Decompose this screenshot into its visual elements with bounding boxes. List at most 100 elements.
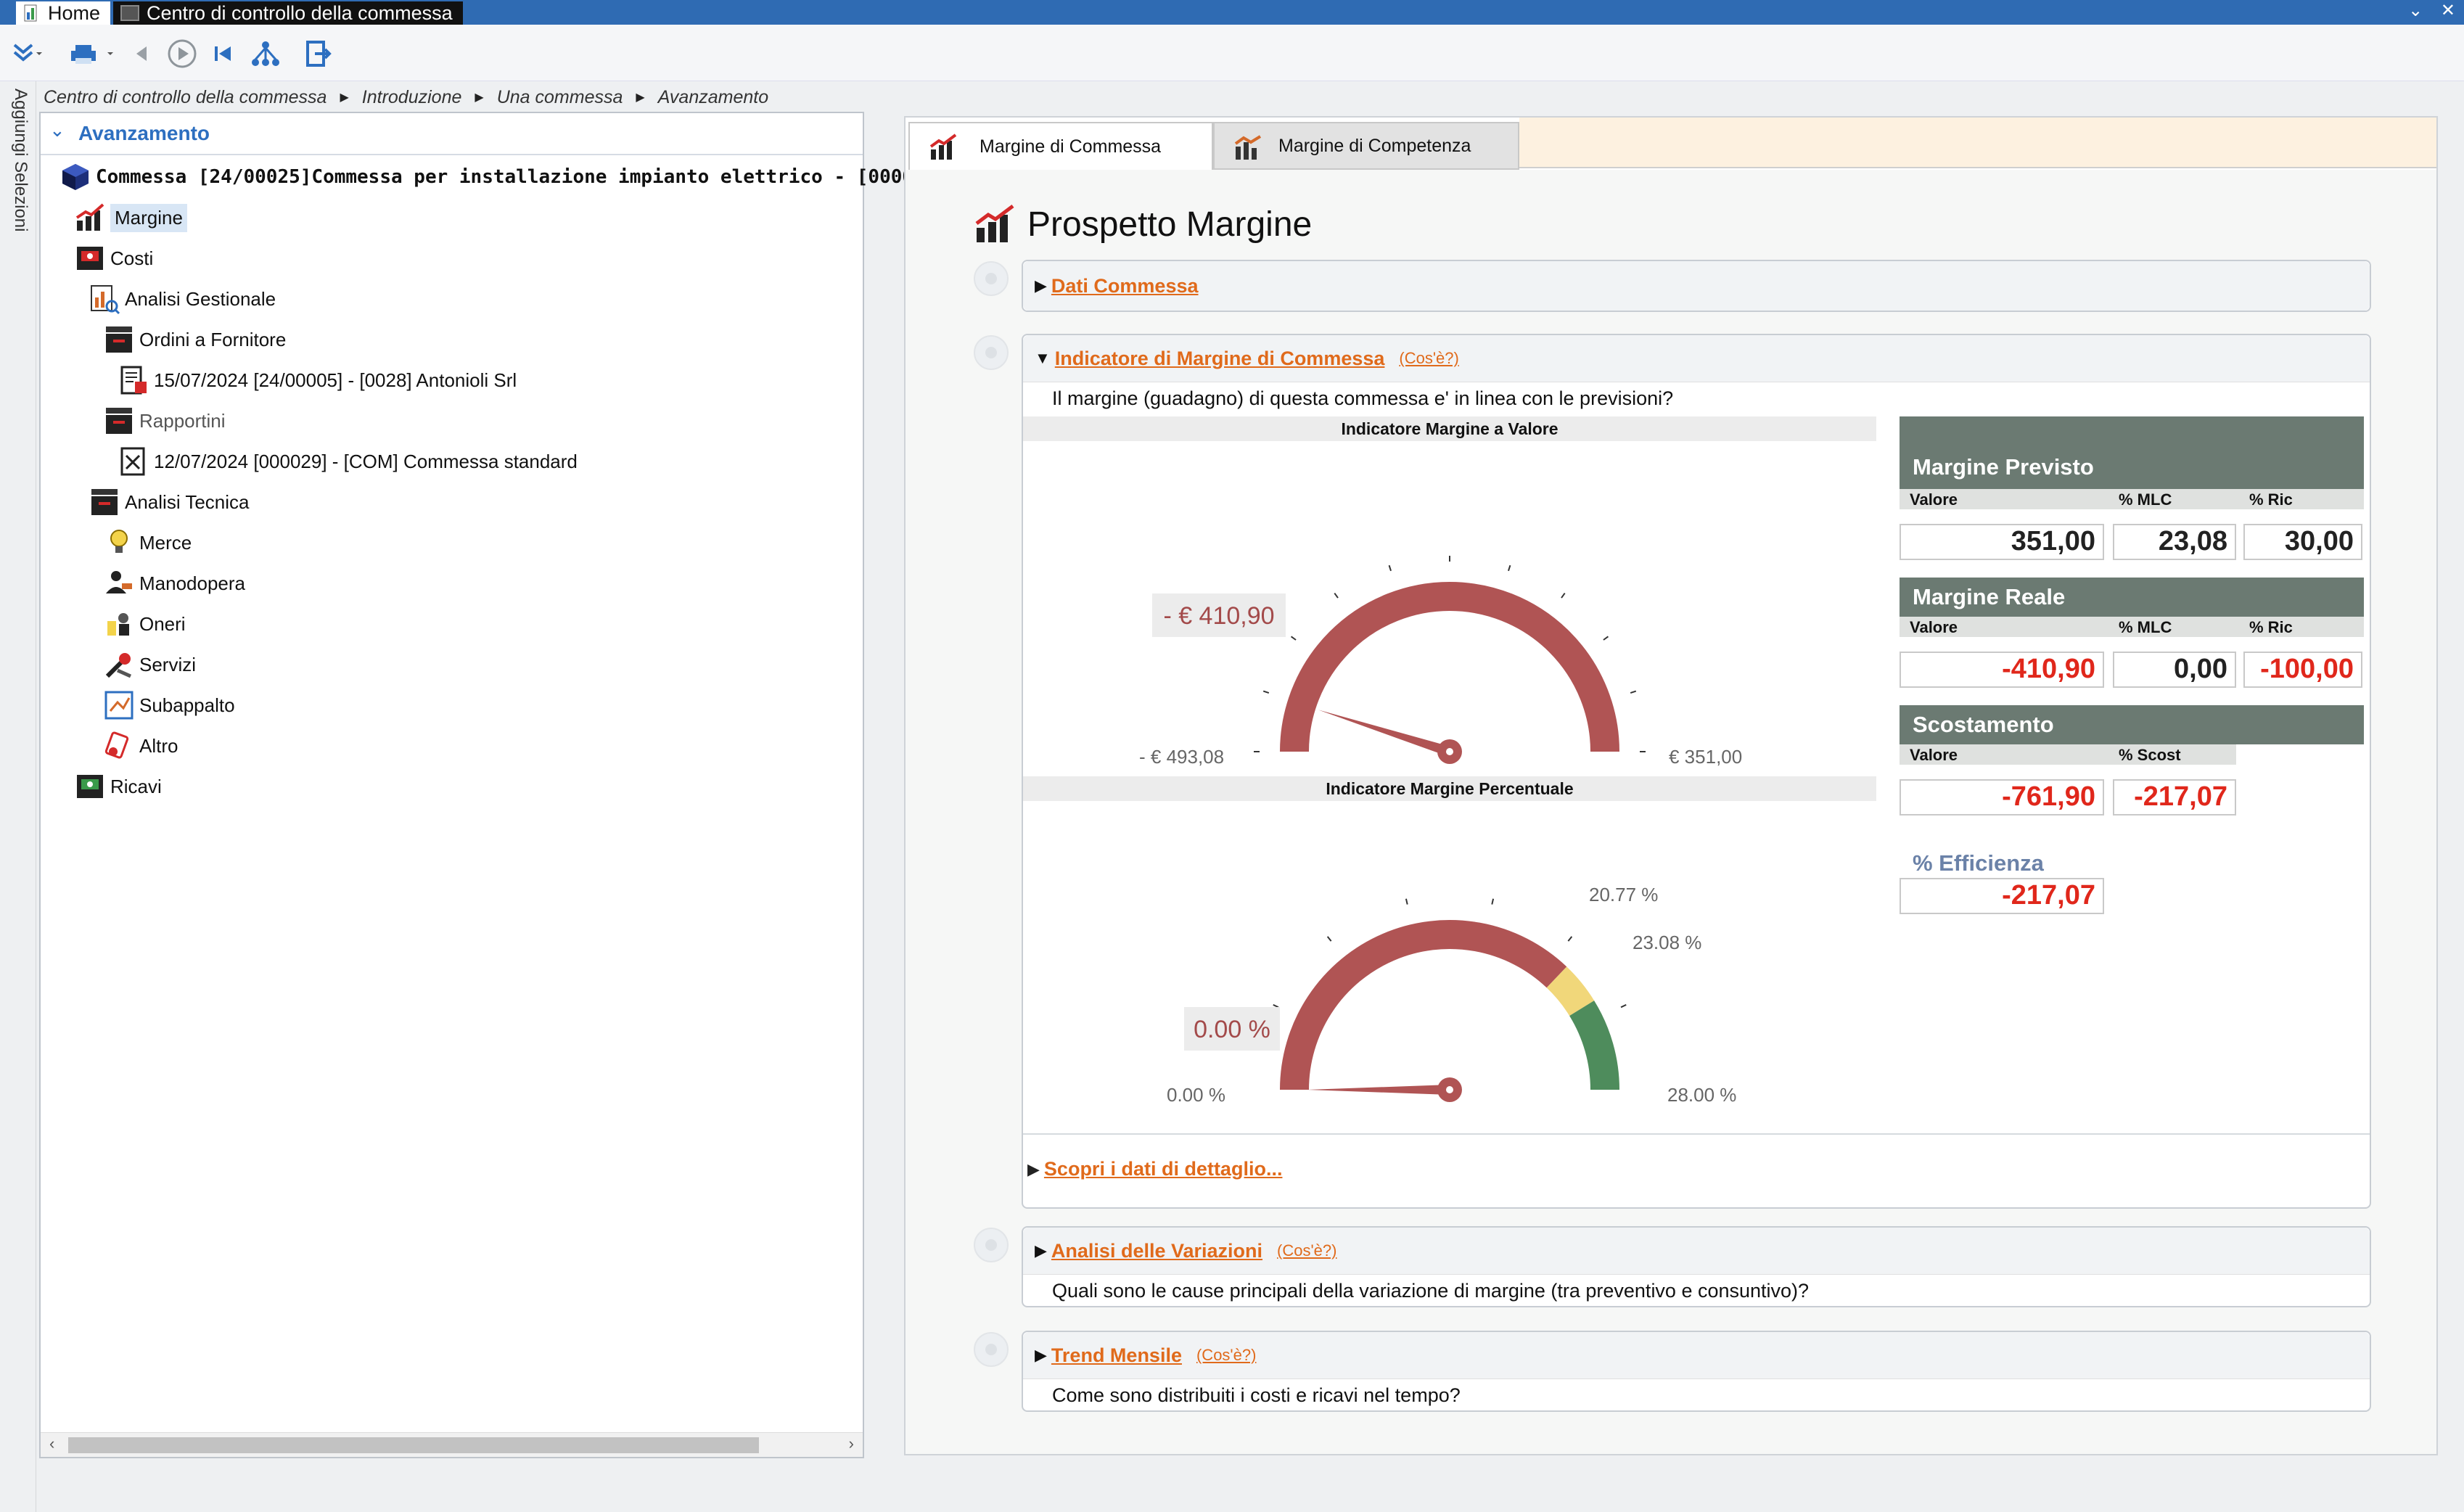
expand-arrow-icon[interactable]: ▶ (1035, 1346, 1047, 1365)
section-bullet-icon (974, 1228, 1009, 1262)
section-link[interactable]: Analisi delle Variazioni (1051, 1240, 1262, 1262)
tree-node-commessa[interactable]: Commessa [24/00025]Commessa per installa… (59, 158, 913, 196)
detail-toggle[interactable]: ▶ Scopri i dati di dettaglio... (1027, 1158, 1282, 1180)
breadcrumb-item[interactable]: Una commessa (497, 87, 623, 108)
section-question: Come sono distribuiti i costi e ricavi n… (1023, 1379, 2370, 1412)
expand-arrow-icon[interactable]: ▶ (1035, 1241, 1047, 1260)
window-controls: ⌄ ✕ (2408, 0, 2455, 22)
tools-icon (105, 653, 132, 678)
tree-node-costi[interactable]: Costi (74, 239, 153, 277)
gauge-value: - € 410,90 - € 493,08 € 351,00 (1139, 556, 1742, 768)
column-label: % MLC (2119, 490, 2172, 509)
tags-icon (104, 731, 129, 759)
cose-link[interactable]: (Cos'è?) (1196, 1346, 1256, 1365)
section-bullet-icon (974, 335, 1009, 370)
gauge-min-label: - € 493,08 (1139, 746, 1224, 768)
hierarchy-button[interactable] (250, 38, 282, 70)
tree-node-ordini-fornitore[interactable]: Ordini a Fornitore (103, 321, 286, 358)
tree-node-rapportino-item[interactable]: 12/07/2024 [000029] - [COM] Commessa sta… (118, 443, 578, 480)
breadcrumb-item[interactable]: Avanzamento (658, 87, 768, 108)
gauge-tick (1334, 592, 1339, 599)
margine-reale-columns: Valore % MLC % Ric (1900, 617, 2364, 637)
tree-node-label: Analisi Tecnica (125, 490, 250, 513)
skip-to-start-icon (215, 46, 231, 61)
panel-header[interactable]: ⌄ Avanzamento (41, 113, 863, 155)
tree-node-label: 12/07/2024 [000029] - [COM] Commessa sta… (154, 450, 578, 472)
section-header[interactable]: ▶ Trend Mensile (Cos'è?) (1023, 1332, 2370, 1379)
tree-node-manodopera[interactable]: Manodopera (103, 564, 245, 602)
tree-node-ricavi[interactable]: Ricavi (74, 768, 162, 805)
gauge-percent: 0.00 % 0.00 % 20.77 % 23.08 % 28.00 % (1167, 884, 1736, 1106)
cose-link[interactable]: (Cos'è?) (1399, 349, 1458, 368)
collapse-arrow-icon[interactable]: ▼ (1035, 349, 1051, 368)
section-link[interactable]: Trend Mensile (1051, 1344, 1182, 1367)
tree-node-label: Altro (139, 734, 178, 757)
chevron-down-icon[interactable]: ⌄ (2408, 1, 2423, 20)
aggiungi-selezioni-strip[interactable]: Aggiungi Selezioni (0, 81, 36, 1512)
section-indicatore-margine: ▼ Indicatore di Margine di Commessa (Cos… (1022, 334, 2371, 1209)
tree-node-merce[interactable]: Merce (103, 524, 192, 562)
hierarchy-icon (252, 41, 279, 66)
print-button[interactable] (70, 38, 120, 70)
collapse-menu-button[interactable] (10, 38, 44, 70)
section-question: Quali sono le cause principali della var… (1023, 1274, 2370, 1307)
play-button[interactable] (165, 38, 199, 70)
tree-node-margine[interactable]: Margine (74, 199, 187, 237)
tab-margine-competenza[interactable]: Margine di Competenza (1213, 122, 1519, 170)
tab-home[interactable]: Home (16, 1, 111, 25)
tab-label: Margine di Commessa (980, 136, 1162, 157)
tab-margine-commessa[interactable]: Margine di Commessa (908, 122, 1213, 170)
section-link[interactable]: Dati Commessa (1051, 275, 1199, 297)
scroll-left-icon[interactable]: ‹ (49, 1434, 54, 1453)
breadcrumb-separator-icon: ▶ (340, 91, 349, 104)
tree-node-ordine-item[interactable]: 15/07/2024 [24/00005] - [0028] Antonioli… (118, 361, 517, 399)
tree-node-label: Merce (139, 531, 192, 554)
scostamento-columns: Valore % Scost (1900, 744, 2236, 765)
close-icon[interactable]: ✕ (2441, 1, 2455, 20)
detail-link[interactable]: Scopri i dati di dettaglio... (1044, 1158, 1283, 1180)
question-text: Come sono distribuiti i costi e ricavi n… (1052, 1384, 1461, 1406)
breadcrumb-item[interactable]: Centro di controllo della commessa (44, 87, 327, 108)
tree-node-altro[interactable]: Altro (103, 727, 178, 765)
section-header[interactable]: ▶ Analisi delle Variazioni (Cos'è?) (1023, 1228, 2370, 1274)
back-button[interactable] (131, 38, 152, 70)
margine-reale-header: Margine Reale (1900, 578, 2364, 617)
column-label: % Scost (2119, 746, 2181, 764)
tree-node-label: Subappalto (139, 694, 235, 716)
column-label: Valore (1910, 746, 1958, 764)
scroll-right-icon[interactable]: › (849, 1434, 854, 1453)
horizontal-scrollbar[interactable]: ‹ › (41, 1432, 863, 1457)
tree-node-servizi[interactable]: Servizi (103, 646, 196, 683)
section-header[interactable]: ▼ Indicatore di Margine di Commessa (Cos… (1023, 335, 2370, 382)
worker-icon (106, 571, 132, 593)
gauge-current-label: 0.00 % (1194, 1016, 1270, 1043)
chevron-down-icon[interactable]: ⌄ (49, 119, 65, 141)
first-button[interactable] (210, 38, 237, 70)
tree-node-analisi-tecnica[interactable]: Analisi Tecnica (89, 483, 250, 521)
tree-node-rapportini[interactable]: Rapportini (103, 402, 226, 440)
reale-ric: -100,00 (2243, 652, 2362, 688)
expand-arrow-icon[interactable]: ▶ (1027, 1160, 1040, 1179)
arrow-left-icon (136, 46, 147, 61)
home-app-icon (24, 4, 37, 22)
expand-arrow-icon[interactable]: ▶ (1035, 276, 1047, 295)
tree-node-subappalto[interactable]: Subappalto (103, 686, 235, 724)
order-document-icon (120, 366, 147, 395)
exit-button[interactable] (303, 38, 332, 70)
tree-node-label: Servizi (139, 653, 197, 675)
section-analisi-variazioni: ▶ Analisi delle Variazioni (Cos'è?) Qual… (1022, 1226, 2371, 1307)
column-label: % Ric (2249, 618, 2293, 636)
printer-icon (71, 45, 113, 64)
gauge-tick (1561, 592, 1566, 599)
section-link[interactable]: Indicatore di Margine di Commessa (1055, 348, 1385, 370)
column-label: % MLC (2119, 618, 2172, 636)
tree-node-oneri[interactable]: Oneri (103, 605, 186, 643)
gauge-min-label: 0.00 % (1167, 1084, 1225, 1106)
breadcrumb-item[interactable]: Introduzione (362, 87, 462, 108)
tree-node-analisi-gestionale[interactable]: Analisi Gestionale (89, 280, 276, 318)
toolbar (0, 25, 2464, 81)
scrollbar-thumb[interactable] (68, 1437, 759, 1453)
cose-link[interactable]: (Cos'è?) (1277, 1241, 1336, 1260)
tab-centro-controllo[interactable]: Centro di controllo della commessa (113, 1, 463, 25)
section-header[interactable]: ▶ Dati Commessa (1023, 261, 2370, 311)
